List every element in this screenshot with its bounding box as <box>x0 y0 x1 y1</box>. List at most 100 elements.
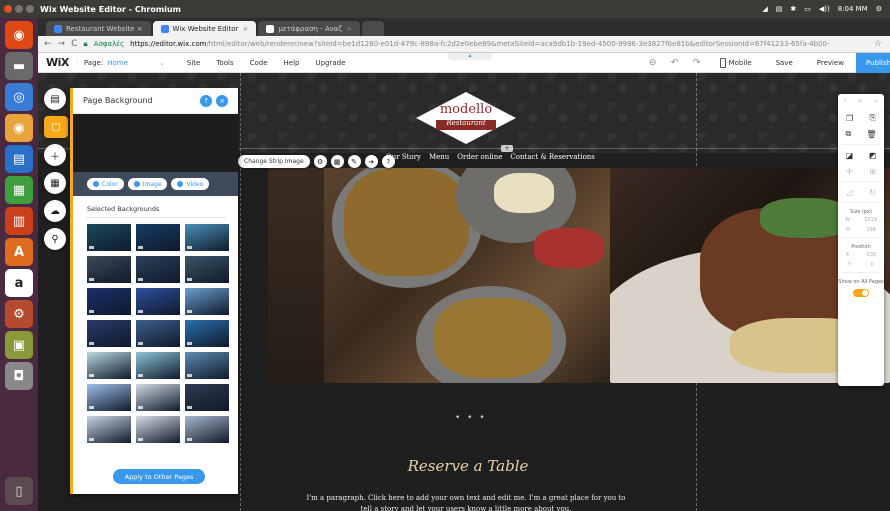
battery-icon[interactable]: ▭ <box>804 5 811 13</box>
publish-button[interactable]: Publish <box>856 52 890 73</box>
match-size-icon[interactable]: ◿ <box>846 188 852 197</box>
background-thumbnail[interactable] <box>87 224 131 251</box>
page-selector[interactable]: Page: Home ⌄ <box>76 58 169 67</box>
duplicate-icon[interactable]: ⧉ <box>846 129 852 139</box>
settings-gear-icon[interactable]: ⚙ <box>876 5 882 13</box>
lock-icon[interactable]: 🔒︎ <box>83 39 87 49</box>
help-icon[interactable]: ? <box>200 94 212 107</box>
background-thumbnail[interactable] <box>185 320 229 347</box>
wifi-icon[interactable]: ◢ <box>762 5 767 13</box>
width-field[interactable]: W 1919 <box>838 215 884 225</box>
ubuntu-dash-icon[interactable]: ◉ <box>5 21 33 49</box>
libreoffice-icon[interactable]: ▣ <box>5 331 33 359</box>
forward-arrow-icon[interactable]: → <box>58 39 66 49</box>
volume-icon[interactable]: ◀)) <box>819 5 830 13</box>
side-photo[interactable] <box>268 168 324 383</box>
bookmark-star-icon[interactable]: ☆ <box>874 39 890 49</box>
close-icon[interactable]: × <box>874 99 878 105</box>
video-option-button[interactable]: Video <box>171 178 210 190</box>
align-icon[interactable]: ✛ <box>846 167 853 176</box>
background-thumbnail[interactable] <box>185 224 229 251</box>
site-logo[interactable]: modello Restaurant <box>416 92 516 144</box>
layout-icon[interactable]: ▦ <box>330 155 344 168</box>
add-icon[interactable]: ＋ <box>44 144 66 166</box>
redo-icon[interactable]: ↷ <box>686 58 708 68</box>
writer-icon[interactable]: ▤ <box>5 145 33 173</box>
menu-upgrade[interactable]: Upgrade <box>315 59 345 67</box>
background-thumbnail[interactable] <box>87 256 131 283</box>
chromium-icon[interactable]: ◎ <box>5 83 33 111</box>
design-pencil-icon[interactable]: ✎ <box>347 155 361 168</box>
close-tab-icon[interactable]: × <box>346 25 352 33</box>
help-icon[interactable]: ? <box>381 155 395 168</box>
background-thumbnail[interactable] <box>87 416 131 443</box>
background-thumbnail[interactable] <box>136 256 180 283</box>
trash-icon[interactable]: ▯ <box>5 477 33 505</box>
amazon-icon[interactable]: a <box>5 269 33 297</box>
background-thumbnail[interactable] <box>87 288 131 315</box>
strip-handle[interactable]: + <box>501 145 513 152</box>
apply-to-other-pages-button[interactable]: Apply to Other Pages <box>113 469 205 484</box>
y-field[interactable]: Y0 <box>838 260 884 270</box>
send-backward-icon[interactable]: ◩ <box>869 151 877 160</box>
pin-icon[interactable]: ⇱ <box>858 99 862 105</box>
show-all-pages-toggle[interactable] <box>853 289 869 297</box>
wix-logo[interactable]: WiX <box>38 56 77 69</box>
address-bar[interactable]: https://editor.wix.com/html/editor/web/r… <box>130 40 830 48</box>
blog-pin-icon[interactable]: ⚲ <box>44 228 66 250</box>
color-option-button[interactable]: Color <box>87 178 124 190</box>
background-thumbnail[interactable] <box>185 416 229 443</box>
save-button[interactable]: Save <box>764 59 805 67</box>
collapse-topbar-handle[interactable]: ▴ <box>448 53 492 60</box>
new-tab-button[interactable] <box>361 21 384 36</box>
bring-forward-icon[interactable]: ◪ <box>846 151 854 160</box>
image-option-button[interactable]: Image <box>127 178 168 190</box>
background-thumbnail[interactable] <box>185 352 229 379</box>
browser-tab[interactable]: Restaurant Website × <box>46 21 151 36</box>
paste-icon[interactable]: ⎘ <box>869 113 875 123</box>
nav-contact[interactable]: Contact & Reservations <box>510 153 594 161</box>
paragraph[interactable]: I'm a paragraph. Click here to add your … <box>300 493 632 511</box>
maximize-window-icon[interactable] <box>26 5 34 13</box>
background-thumbnail[interactable] <box>185 384 229 411</box>
apps-icon[interactable]: ▦ <box>44 172 66 194</box>
x-field[interactable]: X -535 <box>838 250 884 260</box>
background-thumbnail[interactable] <box>87 320 131 347</box>
background-thumbnail[interactable] <box>136 288 180 315</box>
back-arrow-icon[interactable]: ← <box>44 39 52 49</box>
clock[interactable]: 8:04 MM <box>838 5 868 13</box>
nav-menu[interactable]: Menu <box>429 153 449 161</box>
minimize-window-icon[interactable] <box>15 5 23 13</box>
background-thumbnail[interactable] <box>136 416 180 443</box>
nav-order-online[interactable]: Order online <box>457 153 502 161</box>
background-icon[interactable]: ▢ <box>44 116 68 138</box>
distribute-icon[interactable]: ⊞ <box>869 167 876 176</box>
background-thumbnail[interactable] <box>185 256 229 283</box>
height-field[interactable]: H 198 <box>838 225 884 235</box>
browser-tab[interactable]: μετάφραση - Αναζ × <box>258 21 360 36</box>
zoom-icon[interactable]: ⊖ <box>642 58 664 68</box>
rotate-icon[interactable]: ↻ <box>869 188 876 197</box>
camera-icon[interactable]: ◘ <box>5 362 33 390</box>
close-window-icon[interactable] <box>4 5 12 13</box>
help-icon[interactable]: ? <box>844 99 847 105</box>
background-thumbnail[interactable] <box>136 384 180 411</box>
close-icon[interactable]: × <box>216 94 228 107</box>
background-thumbnail[interactable] <box>136 224 180 251</box>
menu-code[interactable]: Code <box>250 59 268 67</box>
background-thumbnail[interactable] <box>136 352 180 379</box>
menu-site[interactable]: Site <box>187 59 200 67</box>
change-strip-image-button[interactable]: Change Strip Image <box>238 155 310 168</box>
menu-tools[interactable]: Tools <box>216 59 233 67</box>
browser-tab-active[interactable]: Wix Website Editor × <box>152 21 257 36</box>
calc-icon[interactable]: ▦ <box>5 176 33 204</box>
impress-icon[interactable]: ▥ <box>5 207 33 235</box>
menu-help[interactable]: Help <box>284 59 300 67</box>
keyboard-icon[interactable]: ▤ <box>776 5 783 13</box>
delete-trash-icon[interactable]: 🗑︎ <box>866 130 876 139</box>
background-thumbnail[interactable] <box>87 384 131 411</box>
food-photo-left[interactable] <box>324 168 610 383</box>
mobile-toggle[interactable]: Mobile <box>708 57 764 68</box>
bluetooth-icon[interactable]: ✱ <box>790 5 796 13</box>
close-tab-icon[interactable]: × <box>242 25 248 33</box>
